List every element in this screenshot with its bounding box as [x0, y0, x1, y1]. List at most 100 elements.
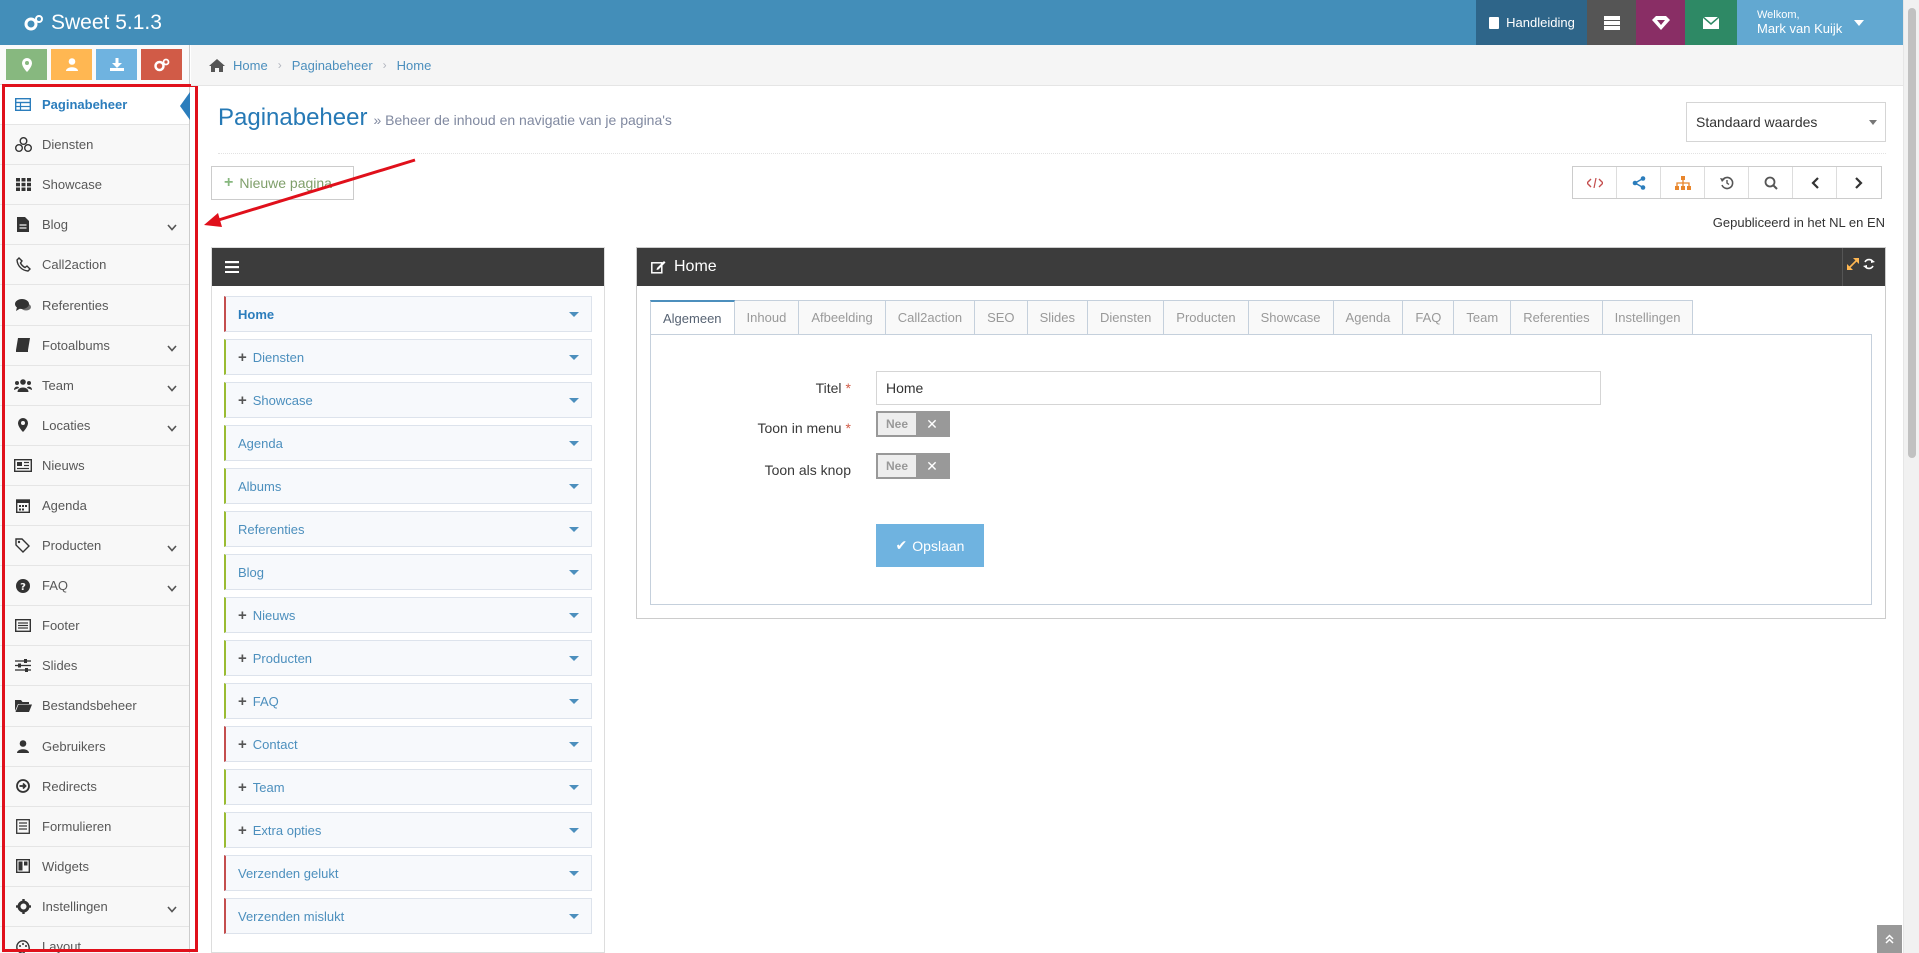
page-scrollbar[interactable] [1903, 0, 1919, 953]
sidebar-item-formulieren[interactable]: Formulieren [0, 806, 189, 847]
plus-icon[interactable]: + [238, 349, 247, 366]
bars-icon[interactable] [225, 261, 239, 273]
tree-item[interactable]: Verzenden mislukt [224, 898, 592, 934]
sidebar-item-instellingen[interactable]: Instellingen [0, 886, 189, 927]
caret-down-icon[interactable] [569, 871, 579, 876]
show-in-menu-toggle[interactable]: Nee ✕ [876, 411, 950, 437]
plus-icon[interactable]: + [238, 392, 247, 409]
tab-afbeelding[interactable]: Afbeelding [799, 300, 886, 335]
share-button[interactable] [1617, 167, 1661, 198]
sidebar-item-faq[interactable]: ? FAQ [0, 566, 189, 607]
tree-item[interactable]: Agenda [224, 425, 592, 461]
tree-item[interactable]: + Nieuws [224, 597, 592, 633]
previous-button[interactable] [1793, 167, 1837, 198]
tab-instellingen[interactable]: Instellingen [1602, 300, 1694, 335]
sidebar-item-layout[interactable]: Layout [0, 926, 189, 953]
tab-producten[interactable]: Producten [1164, 300, 1249, 335]
caret-down-icon[interactable] [569, 914, 579, 919]
sidebar-item-locaties[interactable]: Locaties [0, 405, 189, 446]
tree-item[interactable]: + Diensten [224, 339, 592, 375]
sidebar-item-paginabeheer[interactable]: Paginabeheer [0, 85, 190, 126]
tree-item[interactable]: Blog [224, 554, 592, 590]
sidebar-item-referenties[interactable]: Referenties [0, 285, 189, 326]
sidebar-item-nieuws[interactable]: Nieuws [0, 445, 189, 486]
sidebar-item-producten[interactable]: Producten [0, 526, 189, 567]
plus-icon[interactable]: + [238, 693, 247, 710]
tree-item[interactable]: Verzenden gelukt [224, 855, 592, 891]
tab-agenda[interactable]: Agenda [1333, 300, 1404, 335]
tree-item[interactable]: Referenties [224, 511, 592, 547]
tab-call2action[interactable]: Call2action [885, 300, 976, 335]
sitemap-button[interactable] [1661, 167, 1705, 198]
plus-icon[interactable]: + [238, 736, 247, 753]
sidebar-item-widgets[interactable]: Widgets [0, 846, 189, 887]
plus-icon[interactable]: + [238, 650, 247, 667]
caret-down-icon[interactable] [569, 441, 579, 446]
save-button[interactable]: ✔ Opslaan [876, 524, 984, 567]
tree-item[interactable]: + Team [224, 769, 592, 805]
code-button[interactable] [1573, 167, 1617, 198]
tree-item[interactable]: + Showcase [224, 382, 592, 418]
caret-down-icon[interactable] [569, 656, 579, 661]
show-as-button-toggle[interactable]: Nee ✕ [876, 453, 950, 479]
sidebar-item-showcase[interactable]: Showcase [0, 165, 189, 206]
home-icon[interactable] [209, 58, 225, 72]
caret-down-icon[interactable] [569, 527, 579, 532]
plus-icon[interactable]: + [238, 607, 247, 624]
scrollbar-thumb[interactable] [1908, 8, 1916, 458]
tree-item[interactable]: Home [224, 296, 592, 332]
messages-button[interactable] [1685, 0, 1737, 45]
caret-down-icon[interactable] [569, 484, 579, 489]
caret-down-icon[interactable] [569, 699, 579, 704]
tree-item[interactable]: + FAQ [224, 683, 592, 719]
caret-down-icon[interactable] [569, 785, 579, 790]
refresh-icon[interactable] [1863, 258, 1875, 270]
tab-inhoud[interactable]: Inhoud [734, 300, 800, 335]
sidebar-item-fotoalbums[interactable]: Fotoalbums [0, 325, 189, 366]
tab-faq[interactable]: FAQ [1403, 300, 1455, 335]
tab-team[interactable]: Team [1454, 300, 1512, 335]
plus-icon[interactable]: + [238, 779, 247, 796]
sidebar-item-bestandsbeheer[interactable]: Bestandsbeheer [0, 686, 189, 727]
caret-down-icon[interactable] [569, 355, 579, 360]
plus-icon[interactable]: + [238, 822, 247, 839]
shortcut-settings-button[interactable] [141, 49, 182, 80]
sidebar-item-team[interactable]: Team [0, 365, 189, 406]
tab-algemeen[interactable]: Algemeen [650, 300, 735, 335]
manual-button[interactable]: Handleiding [1476, 0, 1587, 45]
sidebar-item-slides[interactable]: Slides [0, 646, 189, 687]
shortcut-location-button[interactable] [6, 49, 47, 80]
sidebar-item-gebruikers[interactable]: Gebruikers [0, 726, 189, 767]
tab-referenties[interactable]: Referenties [1511, 300, 1603, 335]
tab-seo[interactable]: SEO [975, 300, 1028, 335]
tree-item[interactable]: + Producten [224, 640, 592, 676]
caret-down-icon[interactable] [569, 398, 579, 403]
expand-icon[interactable] [1847, 258, 1859, 270]
superman-button[interactable] [1636, 0, 1685, 45]
sidebar-item-redirects[interactable]: Redirects [0, 766, 189, 807]
tab-diensten[interactable]: Diensten [1087, 300, 1165, 335]
tab-showcase[interactable]: Showcase [1248, 300, 1334, 335]
sidebar-item-footer[interactable]: Footer [0, 606, 189, 647]
shortcut-user-button[interactable] [51, 49, 92, 80]
user-menu[interactable]: Welkom, Mark van Kuijk [1737, 0, 1903, 45]
scroll-to-top-button[interactable] [1877, 925, 1902, 953]
tree-item[interactable]: + Extra opties [224, 812, 592, 848]
caret-down-icon[interactable] [569, 742, 579, 747]
tab-slides[interactable]: Slides [1027, 300, 1088, 335]
sidebar-item-call2action[interactable]: Call2action [0, 245, 189, 286]
server-button[interactable] [1587, 0, 1636, 45]
search-button[interactable] [1749, 167, 1793, 198]
defaults-select[interactable]: Standaard waardes [1686, 102, 1886, 142]
caret-down-icon[interactable] [569, 312, 579, 317]
shortcut-download-button[interactable] [96, 49, 137, 80]
sidebar-item-blog[interactable]: Blog [0, 205, 189, 246]
brand[interactable]: Sweet 5.1.3 [0, 0, 162, 45]
sidebar-item-diensten[interactable]: Diensten [0, 125, 189, 166]
breadcrumb-paginabeheer[interactable]: Paginabeheer [292, 58, 373, 73]
caret-down-icon[interactable] [569, 613, 579, 618]
next-button[interactable] [1837, 167, 1881, 198]
caret-down-icon[interactable] [569, 828, 579, 833]
breadcrumb-home[interactable]: Home [233, 58, 268, 73]
title-input[interactable]: Home [876, 371, 1601, 405]
